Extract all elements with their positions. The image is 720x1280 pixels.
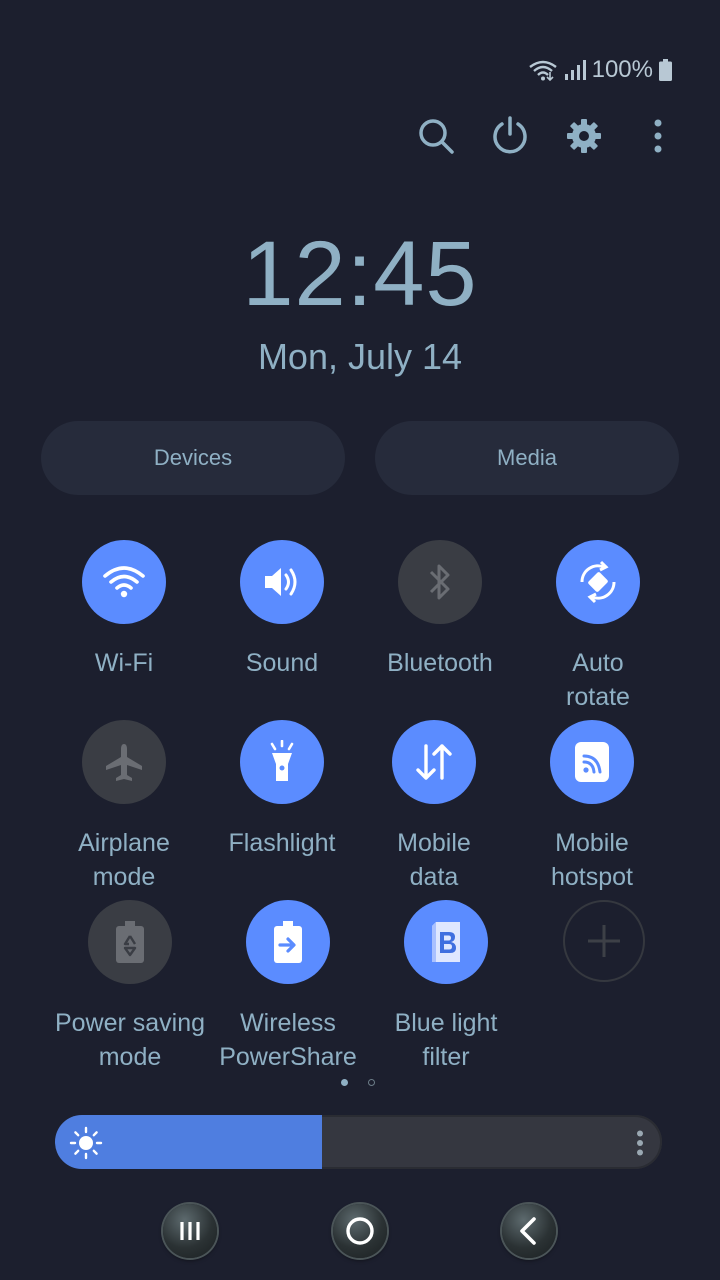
search-button[interactable] [414,112,458,160]
add-tile-button[interactable] [563,900,645,982]
tile-power-saving-mode-label: Power saving mode [54,1009,206,1071]
status-bar: 100% [528,56,672,84]
more-options-button[interactable] [636,112,680,160]
tile-mobile-data[interactable]: Mobile data [354,720,514,894]
tile-airplane-mode-label: Airplane mode [78,829,170,891]
tile-sound[interactable]: Sound [202,540,362,680]
mobile-data-icon [416,744,452,780]
navigation-bar [0,1204,720,1260]
tile-auto-rotate-label: Auto rotate [566,649,630,711]
settings-icon [567,119,601,153]
wifi-status-icon [528,59,558,81]
brightness-icon [69,1126,103,1165]
tile-wireless-powershare[interactable]: Wireless PowerShare [208,900,368,1074]
tile-mobile-data-toggle[interactable] [392,720,476,804]
add-icon [588,925,620,957]
power-button[interactable] [488,112,532,160]
clock-date[interactable]: Mon, July 14 [0,336,720,378]
battery-icon [659,59,672,81]
airplane-icon [106,744,142,781]
tile-bluetooth-toggle[interactable] [398,540,482,624]
back-button[interactable] [502,1204,556,1258]
more-vert-icon [654,119,662,153]
signal-icon [564,60,586,80]
tile-power-saving-mode-toggle[interactable] [88,900,172,984]
bluetooth-icon [429,564,450,600]
quick-panel-actions [414,112,680,160]
tile-mobile-data-label: Mobile data [397,829,471,891]
tile-blue-light-filter[interactable]: Blue light filter [366,900,526,1074]
recents-button[interactable] [163,1204,217,1258]
auto-rotate-icon [580,560,616,604]
tile-flashlight[interactable]: Flashlight [202,720,362,860]
tile-auto-rotate-toggle[interactable] [556,540,640,624]
volume-icon [265,568,297,596]
power-icon [493,116,527,154]
power-saving-icon [116,921,144,963]
settings-button[interactable] [562,112,606,160]
tile-mobile-hotspot-toggle[interactable] [550,720,634,804]
tile-bluetooth-label: Bluetooth [387,649,493,677]
brightness-slider[interactable] [55,1115,662,1169]
recents-icon [180,1222,200,1240]
home-button[interactable] [333,1204,387,1258]
tile-wifi[interactable]: Wi-Fi [44,540,204,680]
tile-airplane-mode-toggle[interactable] [82,720,166,804]
blue-light-filter-icon [432,922,460,962]
tile-blue-light-filter-label: Blue light filter [394,1009,498,1071]
tile-sound-label: Sound [245,649,319,677]
wireless-powershare-icon [274,921,302,963]
media-button[interactable]: Media [375,421,679,495]
page-dot[interactable] [368,1079,375,1086]
tile-wireless-powershare-label: Wireless PowerShare [219,1009,357,1071]
brightness-more-icon[interactable] [636,1130,644,1161]
tile-power-saving-mode[interactable]: Power saving mode [50,900,210,1074]
home-icon [346,1217,374,1245]
tile-add[interactable] [524,900,684,982]
tile-airplane-mode[interactable]: Airplane mode [44,720,204,894]
tile-wireless-powershare-toggle[interactable] [246,900,330,984]
clock-time[interactable]: 12:45 [0,222,720,327]
hotspot-icon [575,742,609,782]
tile-wifi-label: Wi-Fi [94,649,154,677]
back-icon [520,1217,536,1245]
tile-mobile-hotspot-label: Mobile hotspot [550,829,633,891]
tile-wifi-toggle[interactable] [82,540,166,624]
tile-flashlight-toggle[interactable] [240,720,324,804]
tile-sound-toggle[interactable] [240,540,324,624]
search-icon [419,119,454,154]
page-dot-active[interactable] [341,1079,348,1086]
tile-auto-rotate[interactable]: Auto rotate [518,540,678,714]
tile-bluetooth[interactable]: Bluetooth [360,540,520,680]
page-indicator [341,1079,375,1086]
tile-blue-light-filter-toggle[interactable] [404,900,488,984]
devices-button[interactable]: Devices [41,421,345,495]
battery-percentage: 100% [591,56,653,83]
tile-mobile-hotspot[interactable]: Mobile hotspot [512,720,672,894]
tile-flashlight-label: Flashlight [228,829,336,857]
flashlight-icon [270,740,294,781]
wifi-icon [103,566,145,598]
